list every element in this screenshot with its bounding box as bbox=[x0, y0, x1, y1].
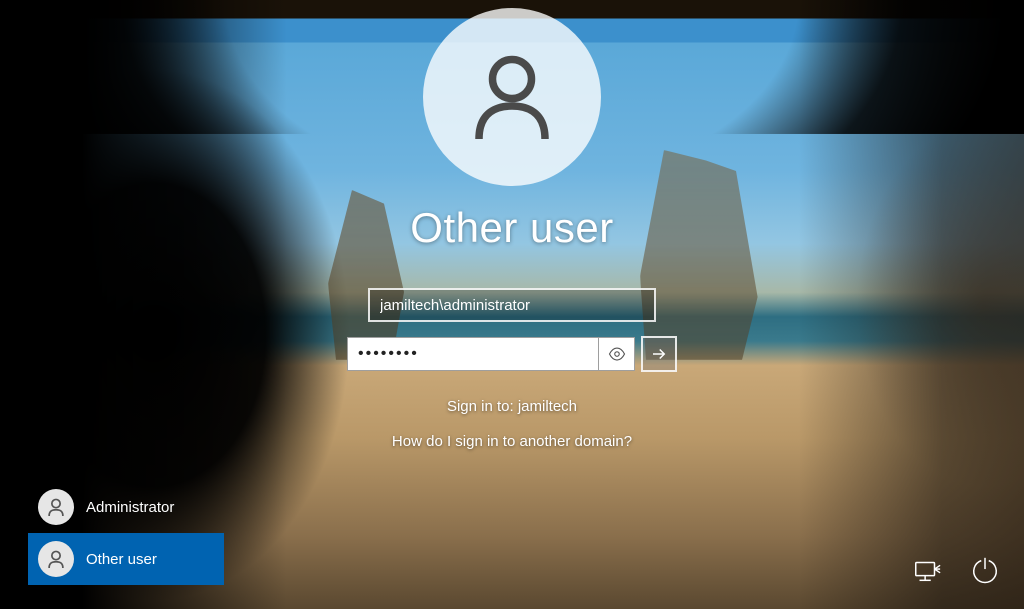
login-heading: Other user bbox=[410, 204, 613, 252]
user-avatar bbox=[423, 8, 601, 186]
user-tile-other-user[interactable]: Other user bbox=[28, 533, 224, 585]
password-input[interactable] bbox=[347, 337, 599, 371]
person-icon bbox=[45, 548, 67, 570]
ease-of-access-button[interactable] bbox=[910, 553, 944, 587]
user-tile-avatar bbox=[38, 541, 74, 577]
user-tile-label: Other user bbox=[86, 551, 157, 568]
domain-help-link[interactable]: How do I sign in to another domain? bbox=[392, 433, 632, 450]
person-icon bbox=[45, 496, 67, 518]
sign-in-target: Sign in to: jamiltech bbox=[447, 398, 577, 415]
user-tile-administrator[interactable]: Administrator bbox=[28, 481, 224, 533]
arrow-right-icon bbox=[650, 345, 668, 363]
submit-button[interactable] bbox=[641, 336, 677, 372]
power-icon bbox=[970, 555, 1000, 585]
ease-of-access-icon bbox=[912, 555, 942, 585]
user-tile-label: Administrator bbox=[86, 499, 174, 516]
user-list: Administrator Other user bbox=[28, 481, 224, 585]
power-button[interactable] bbox=[968, 553, 1002, 587]
username-input[interactable] bbox=[368, 288, 656, 322]
person-icon bbox=[464, 49, 560, 145]
reveal-password-button[interactable] bbox=[599, 337, 635, 371]
eye-icon bbox=[608, 345, 626, 363]
user-tile-avatar bbox=[38, 489, 74, 525]
